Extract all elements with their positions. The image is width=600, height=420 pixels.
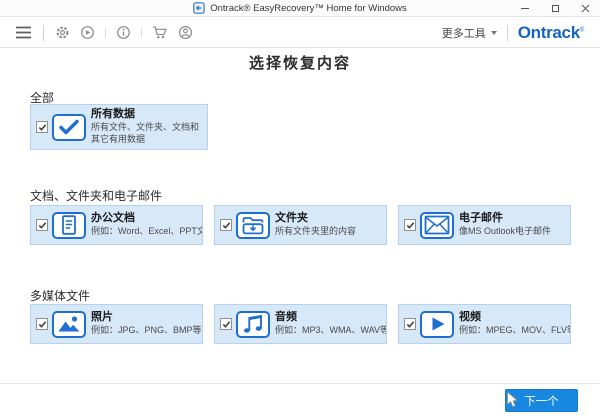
- checkbox-audio[interactable]: [220, 318, 232, 330]
- checkbox-all-data[interactable]: [36, 121, 48, 133]
- card-desc: 例如：MP3、WMA、WAV等: [275, 325, 382, 337]
- card-title: 文件夹: [275, 212, 356, 226]
- ontrack-logo: Ontrack®: [518, 23, 584, 43]
- card-title: 电子邮件: [459, 212, 551, 226]
- card-audio[interactable]: 音频 例如：MP3、WMA、WAV等: [214, 304, 387, 344]
- info-button[interactable]: [111, 21, 136, 45]
- check-mark: [38, 221, 47, 230]
- menu-icon: [15, 26, 32, 39]
- section-label-multimedia: 多媒体文件: [30, 287, 90, 304]
- card-title: 所有数据: [91, 108, 199, 122]
- card-email[interactable]: 电子邮件 像MS Outlook电子邮件: [398, 205, 571, 245]
- titlebar: Ontrack® EasyRecovery™ Home for Windows: [0, 0, 600, 17]
- folder-download-icon: [236, 212, 270, 239]
- app-icon: [193, 2, 205, 14]
- next-button[interactable]: 下一个: [505, 389, 578, 412]
- card-desc: 所有文件夹里的内容: [275, 226, 356, 238]
- more-tools-dropdown[interactable]: 更多工具: [438, 23, 501, 43]
- checkbox-photo[interactable]: [36, 318, 48, 330]
- checkbox-video[interactable]: [404, 318, 416, 330]
- app-window: Ontrack® EasyRecovery™ Home for Windows: [0, 0, 600, 420]
- checkbox-email[interactable]: [404, 219, 416, 231]
- card-desc: 例如：JPG、PNG、BMP等: [91, 325, 198, 337]
- check-mark: [222, 320, 231, 329]
- check-mark: [38, 320, 47, 329]
- close-icon: [581, 4, 590, 13]
- chevron-down-icon: [491, 31, 497, 35]
- card-office-docs[interactable]: 办公文档 例如：Word、Excel、PPT文件: [30, 205, 203, 245]
- check-icon: [52, 114, 86, 141]
- close-button[interactable]: [570, 0, 600, 17]
- card-row-all: 所有数据 所有文件、文件夹、文档和其它有用数据: [30, 104, 208, 150]
- card-row-multimedia: 照片 例如：JPG、PNG、BMP等 音频 例如：MP3、WMA、WAV等: [30, 304, 571, 344]
- card-desc: 例如：Word、Excel、PPT文件: [91, 226, 198, 238]
- settings-button[interactable]: [50, 21, 75, 45]
- toolbar-divider: [141, 28, 142, 38]
- toolbar: 更多工具 Ontrack®: [0, 18, 600, 48]
- toolbar-divider: [507, 25, 508, 41]
- card-desc: 所有文件、文件夹、文档和其它有用数据: [91, 122, 199, 145]
- card-photo[interactable]: 照片 例如：JPG、PNG、BMP等: [30, 304, 203, 344]
- check-mark: [406, 320, 415, 329]
- card-desc: 例如：MPEG、MOV、FLV等: [459, 325, 566, 337]
- maximize-icon: [552, 5, 559, 12]
- card-folder[interactable]: 文件夹 所有文件夹里的内容: [214, 205, 387, 245]
- check-mark: [406, 221, 415, 230]
- checkbox-folder[interactable]: [220, 219, 232, 231]
- window-controls: [510, 0, 600, 17]
- demo-video-button[interactable]: [75, 21, 100, 45]
- minimize-button[interactable]: [510, 0, 540, 17]
- maximize-button[interactable]: [540, 0, 570, 17]
- card-video[interactable]: 视频 例如：MPEG、MOV、FLV等: [398, 304, 571, 344]
- minimize-icon: [521, 8, 529, 9]
- card-row-documents: 办公文档 例如：Word、Excel、PPT文件 文件夹 所有文件夹里的内容: [30, 205, 571, 245]
- card-desc: 像MS Outlook电子邮件: [459, 226, 551, 238]
- check-mark: [222, 221, 231, 230]
- footer-divider: [0, 383, 600, 384]
- user-icon: [178, 25, 193, 40]
- gear-icon: [55, 25, 70, 40]
- cart-button[interactable]: [147, 21, 173, 45]
- checkbox-office-docs[interactable]: [36, 219, 48, 231]
- window-title: Ontrack® EasyRecovery™ Home for Windows: [210, 3, 407, 14]
- card-title: 照片: [91, 311, 198, 325]
- demo-video-icon: [80, 25, 95, 40]
- card-title: 视频: [459, 311, 566, 325]
- section-label-documents: 文档、文件夹和电子邮件: [30, 187, 162, 204]
- toolbar-divider: [105, 28, 106, 38]
- audio-icon: [236, 311, 270, 338]
- user-button[interactable]: [173, 21, 198, 45]
- cart-icon: [152, 25, 168, 40]
- info-icon: [116, 25, 131, 40]
- more-tools-label: 更多工具: [442, 25, 486, 41]
- video-icon: [420, 311, 454, 338]
- check-mark: [38, 123, 47, 132]
- card-title: 办公文档: [91, 212, 198, 226]
- mail-icon: [420, 212, 454, 239]
- card-all-data[interactable]: 所有数据 所有文件、文件夹、文档和其它有用数据: [30, 104, 208, 150]
- toolbar-divider: [43, 25, 44, 41]
- card-title: 音频: [275, 311, 382, 325]
- photo-icon: [52, 311, 86, 338]
- document-icon: [52, 212, 86, 239]
- page-title: 选择恢复内容: [0, 52, 600, 73]
- menu-button[interactable]: [10, 21, 37, 45]
